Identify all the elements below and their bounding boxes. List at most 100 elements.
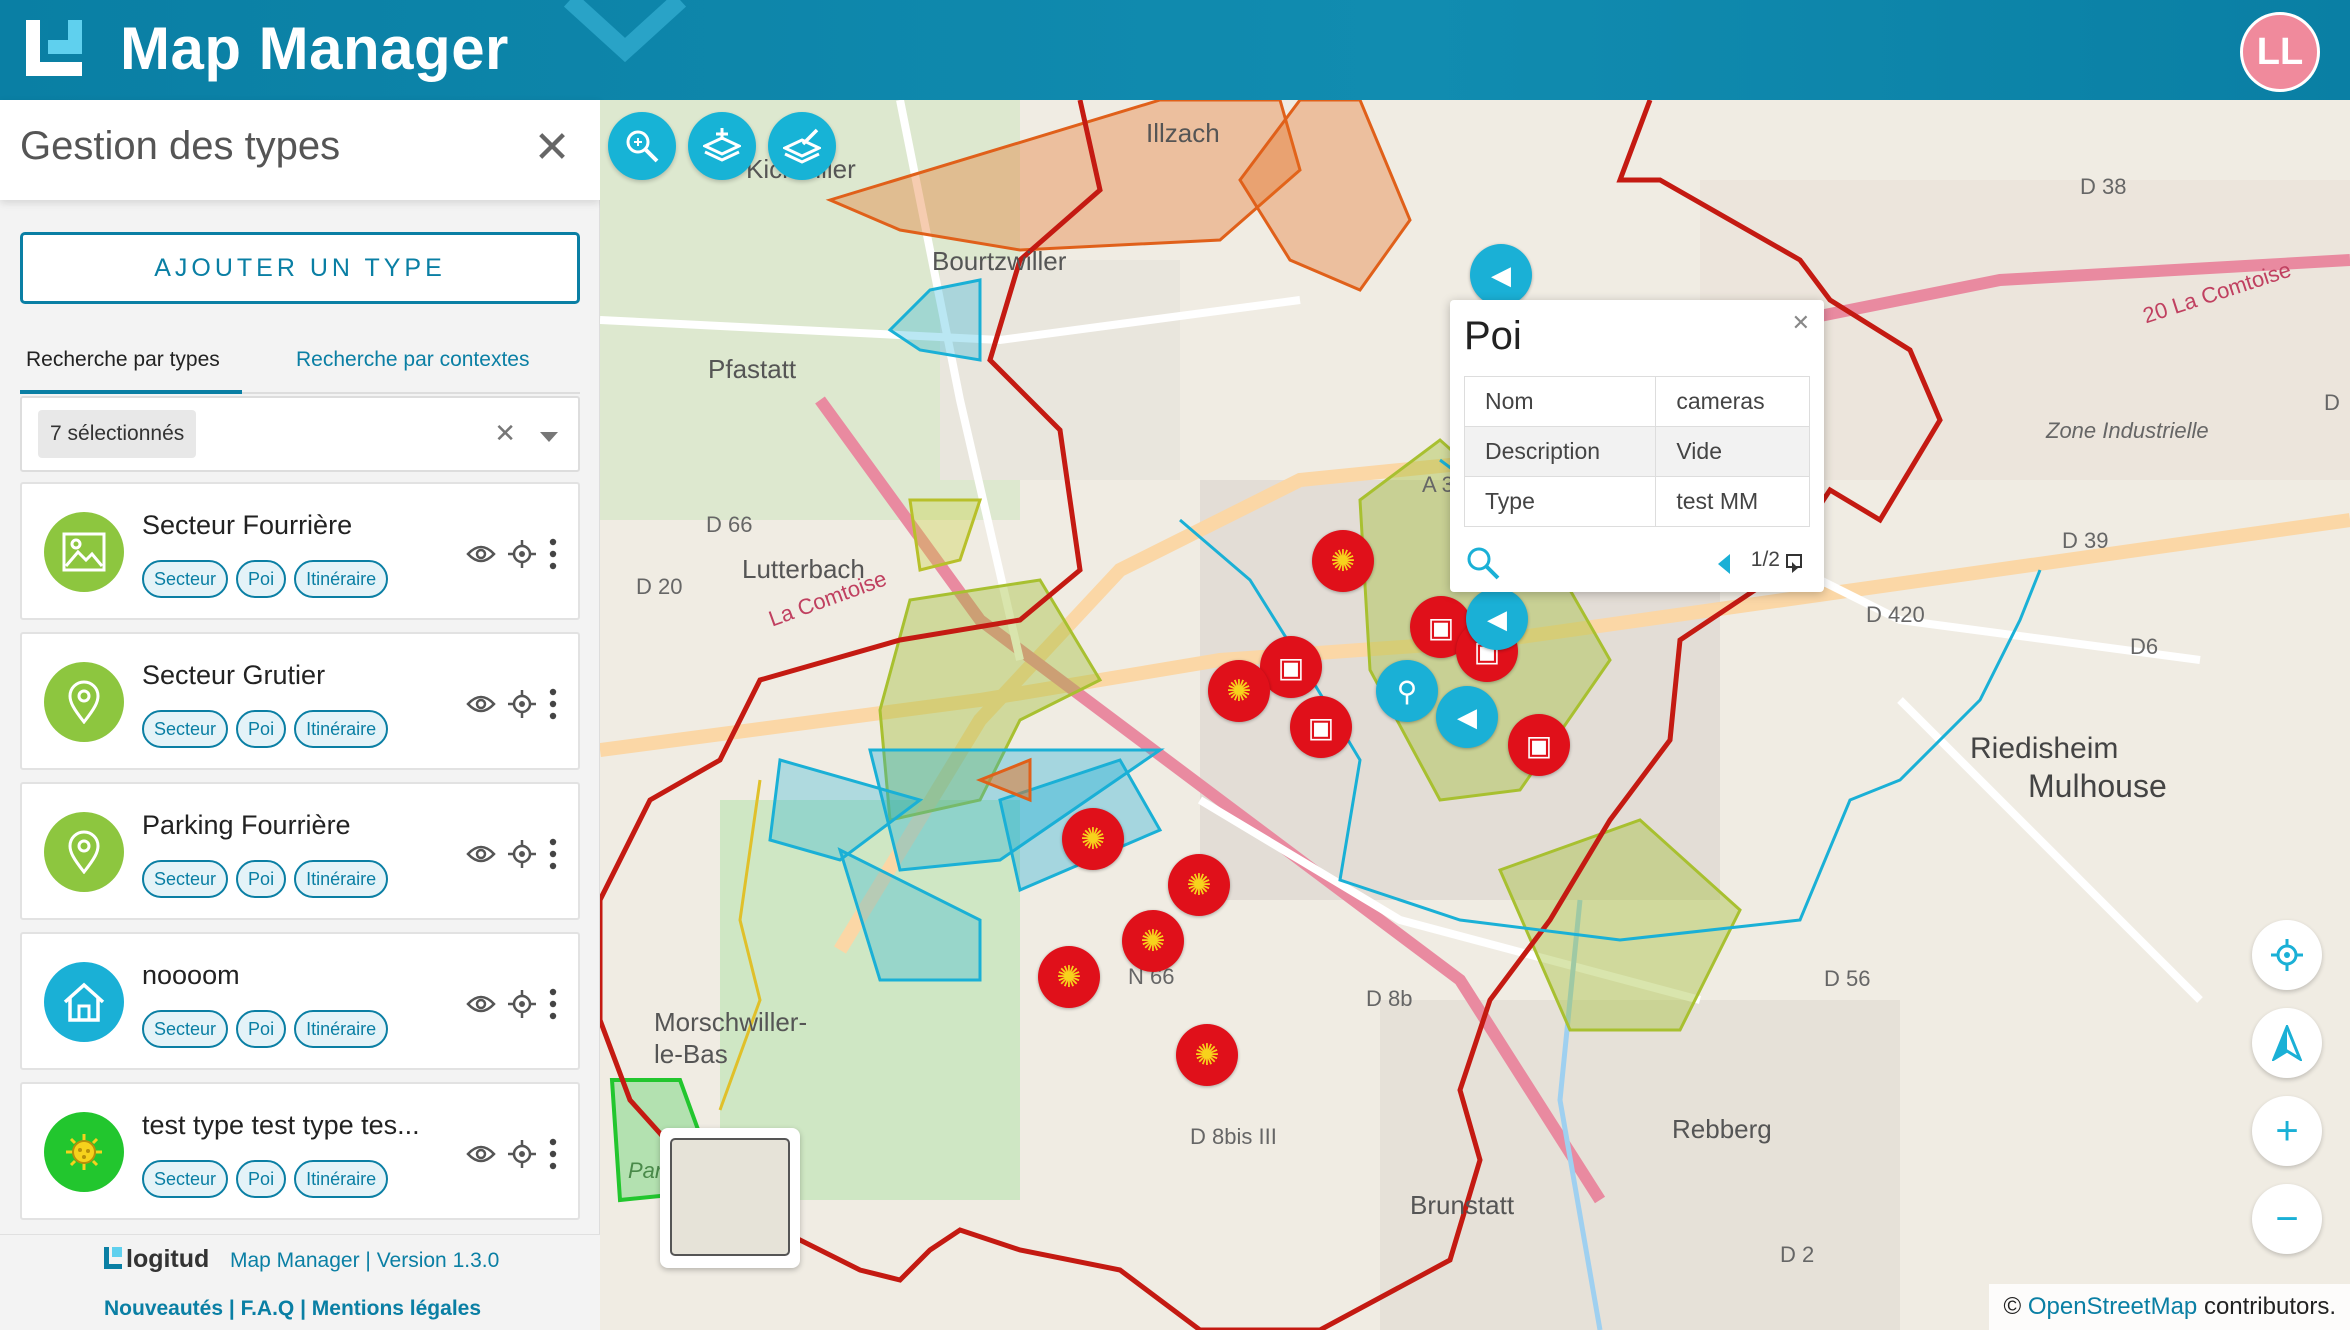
tab-search-by-contexts[interactable]: Recherche par contextes — [296, 348, 529, 372]
tag-itineraire: Itinéraire — [294, 710, 389, 748]
more-vertical-icon[interactable] — [548, 988, 558, 1020]
road-label: D 2 — [1780, 1242, 1815, 1267]
attribute-value: Vide — [1655, 426, 1810, 477]
poi-marker-image[interactable]: ▣ — [1508, 714, 1570, 776]
map-pin-icon: ⚲ — [1396, 675, 1418, 707]
poi-marker-virus[interactable]: ✺ — [1062, 808, 1124, 870]
tag-poi: Poi — [236, 1160, 287, 1198]
poi-marker-virus[interactable]: ✺ — [1038, 946, 1100, 1008]
navigation-arrow-icon — [2272, 1025, 2302, 1061]
logitud-logo-icon — [26, 20, 82, 76]
footer-links[interactable]: Nouveautés | F.A.Q | Mentions légales — [104, 1297, 481, 1321]
poi-marker-camera[interactable]: ◀ — [1436, 686, 1498, 748]
virus-icon: ✺ — [1186, 868, 1212, 902]
virus-icon: ✺ — [1140, 924, 1166, 958]
popup-footer: 1/2 — [1464, 540, 1810, 580]
zoom-to-feature-icon[interactable] — [1466, 546, 1500, 580]
search-icon — [626, 130, 659, 163]
map-label: Zone Industrielle — [2046, 418, 2209, 443]
eye-icon[interactable] — [466, 1144, 496, 1164]
type-card[interactable]: noooom Secteur Poi Itinéraire — [20, 932, 580, 1070]
eye-icon[interactable] — [466, 844, 496, 864]
table-row: Description Vide — [1463, 426, 1810, 477]
overview-map[interactable] — [660, 1128, 800, 1268]
type-name: Parking Fourrière — [142, 810, 351, 840]
eye-icon[interactable] — [466, 694, 496, 714]
more-vertical-icon[interactable] — [548, 838, 558, 870]
popup-title: Poi — [1464, 314, 1522, 358]
user-avatar[interactable]: LL — [2240, 12, 2320, 92]
popup-close-icon[interactable]: ✕ — [1792, 310, 1810, 336]
tab-search-by-types[interactable]: Recherche par types — [20, 348, 242, 394]
road-label: D — [2324, 390, 2340, 415]
image-icon — [44, 512, 124, 592]
draw-layer-button[interactable] — [768, 112, 836, 180]
type-name: Secteur Fourrière — [142, 510, 353, 540]
openstreetmap-link[interactable]: OpenStreetMap — [2028, 1293, 2197, 1320]
attribute-key: Type — [1463, 476, 1657, 527]
poi-marker-virus[interactable]: ✺ — [1168, 854, 1230, 916]
poi-marker-pin[interactable]: ⚲ — [1376, 660, 1438, 722]
poi-marker-virus[interactable]: ✺ — [1122, 910, 1184, 972]
map-attribution: © OpenStreetMap contributors. — [1989, 1284, 2350, 1330]
more-vertical-icon[interactable] — [548, 688, 558, 720]
locate-icon[interactable] — [508, 690, 536, 718]
map-label: Rebberg — [1672, 1114, 1772, 1144]
clear-filter-icon[interactable]: ✕ — [494, 418, 516, 449]
road-label: D 39 — [2062, 528, 2109, 553]
app-title: Map Manager — [120, 15, 509, 82]
home-icon — [44, 962, 124, 1042]
search-zoom-button[interactable] — [608, 112, 676, 180]
tag-itineraire: Itinéraire — [294, 860, 389, 898]
poi-marker-image[interactable]: ▣ — [1290, 696, 1352, 758]
next-feature-icon[interactable] — [1786, 554, 1804, 574]
locate-icon[interactable] — [508, 990, 536, 1018]
attribute-value: test MM — [1655, 476, 1810, 527]
eye-icon[interactable] — [466, 544, 496, 564]
type-filter-select[interactable]: 7 sélectionnés ✕ — [20, 396, 580, 472]
poi-marker-virus[interactable]: ✺ — [1312, 530, 1374, 592]
virus-icon: ✺ — [1330, 544, 1356, 578]
more-vertical-icon[interactable] — [548, 1138, 558, 1170]
locate-icon[interactable] — [508, 840, 536, 868]
locate-icon[interactable] — [508, 1140, 536, 1168]
previous-feature-icon[interactable] — [1718, 554, 1730, 574]
image-icon: ▣ — [1277, 651, 1305, 683]
zoom-out-button[interactable]: − — [2252, 1184, 2322, 1254]
attribution-prefix: © — [2003, 1293, 2022, 1320]
type-card[interactable]: test type test type tes... Secteur Poi I… — [20, 1082, 580, 1220]
road-label: D 8b — [1366, 986, 1413, 1011]
speaker-icon: ◀ — [1487, 603, 1507, 634]
add-layer-button[interactable] — [688, 112, 756, 180]
locate-me-button[interactable] — [2252, 920, 2322, 990]
eye-icon[interactable] — [466, 994, 496, 1014]
chevron-down-icon[interactable] — [540, 432, 558, 442]
sidebar-title: Gestion des types — [20, 124, 341, 168]
close-icon[interactable]: ✕ — [532, 126, 572, 170]
poi-marker-virus[interactable]: ✺ — [1208, 660, 1270, 722]
zoom-in-button[interactable]: + — [2252, 1096, 2322, 1166]
attribute-key: Nom — [1463, 376, 1657, 427]
map-label: Riedisheim — [1970, 732, 2119, 765]
type-card[interactable]: Parking Fourrière Secteur Poi Itinéraire — [20, 782, 580, 920]
type-card[interactable]: Secteur Grutier Secteur Poi Itinéraire — [20, 632, 580, 770]
road-label: D 56 — [1824, 966, 1871, 991]
map-label: Pfastatt — [708, 354, 797, 384]
type-card[interactable]: Secteur Fourrière Secteur Poi Itinéraire — [20, 482, 580, 620]
tag-poi: Poi — [236, 560, 287, 598]
add-type-button[interactable]: AJOUTER UN TYPE — [20, 232, 580, 304]
map-label: Bourtzwiller — [932, 246, 1067, 276]
compass-button[interactable] — [2252, 1008, 2322, 1078]
tag-poi: Poi — [236, 1010, 287, 1048]
poi-marker-camera-selected[interactable]: ◀ — [1470, 244, 1532, 306]
road-label: D 66 — [706, 512, 753, 537]
locate-icon[interactable] — [508, 540, 536, 568]
poi-marker-virus[interactable]: ✺ — [1176, 1024, 1238, 1086]
tag-itineraire: Itinéraire — [294, 1160, 389, 1198]
poi-marker-camera[interactable]: ◀ — [1466, 588, 1528, 650]
map-label: Illzach — [1146, 118, 1220, 148]
more-vertical-icon[interactable] — [548, 538, 558, 570]
overview-map-thumbnail — [670, 1138, 790, 1256]
layers-edit-icon — [783, 128, 821, 164]
map-view[interactable]: Illzach Pfastatt Lutterbach Bourtzwiller… — [600, 100, 2350, 1330]
